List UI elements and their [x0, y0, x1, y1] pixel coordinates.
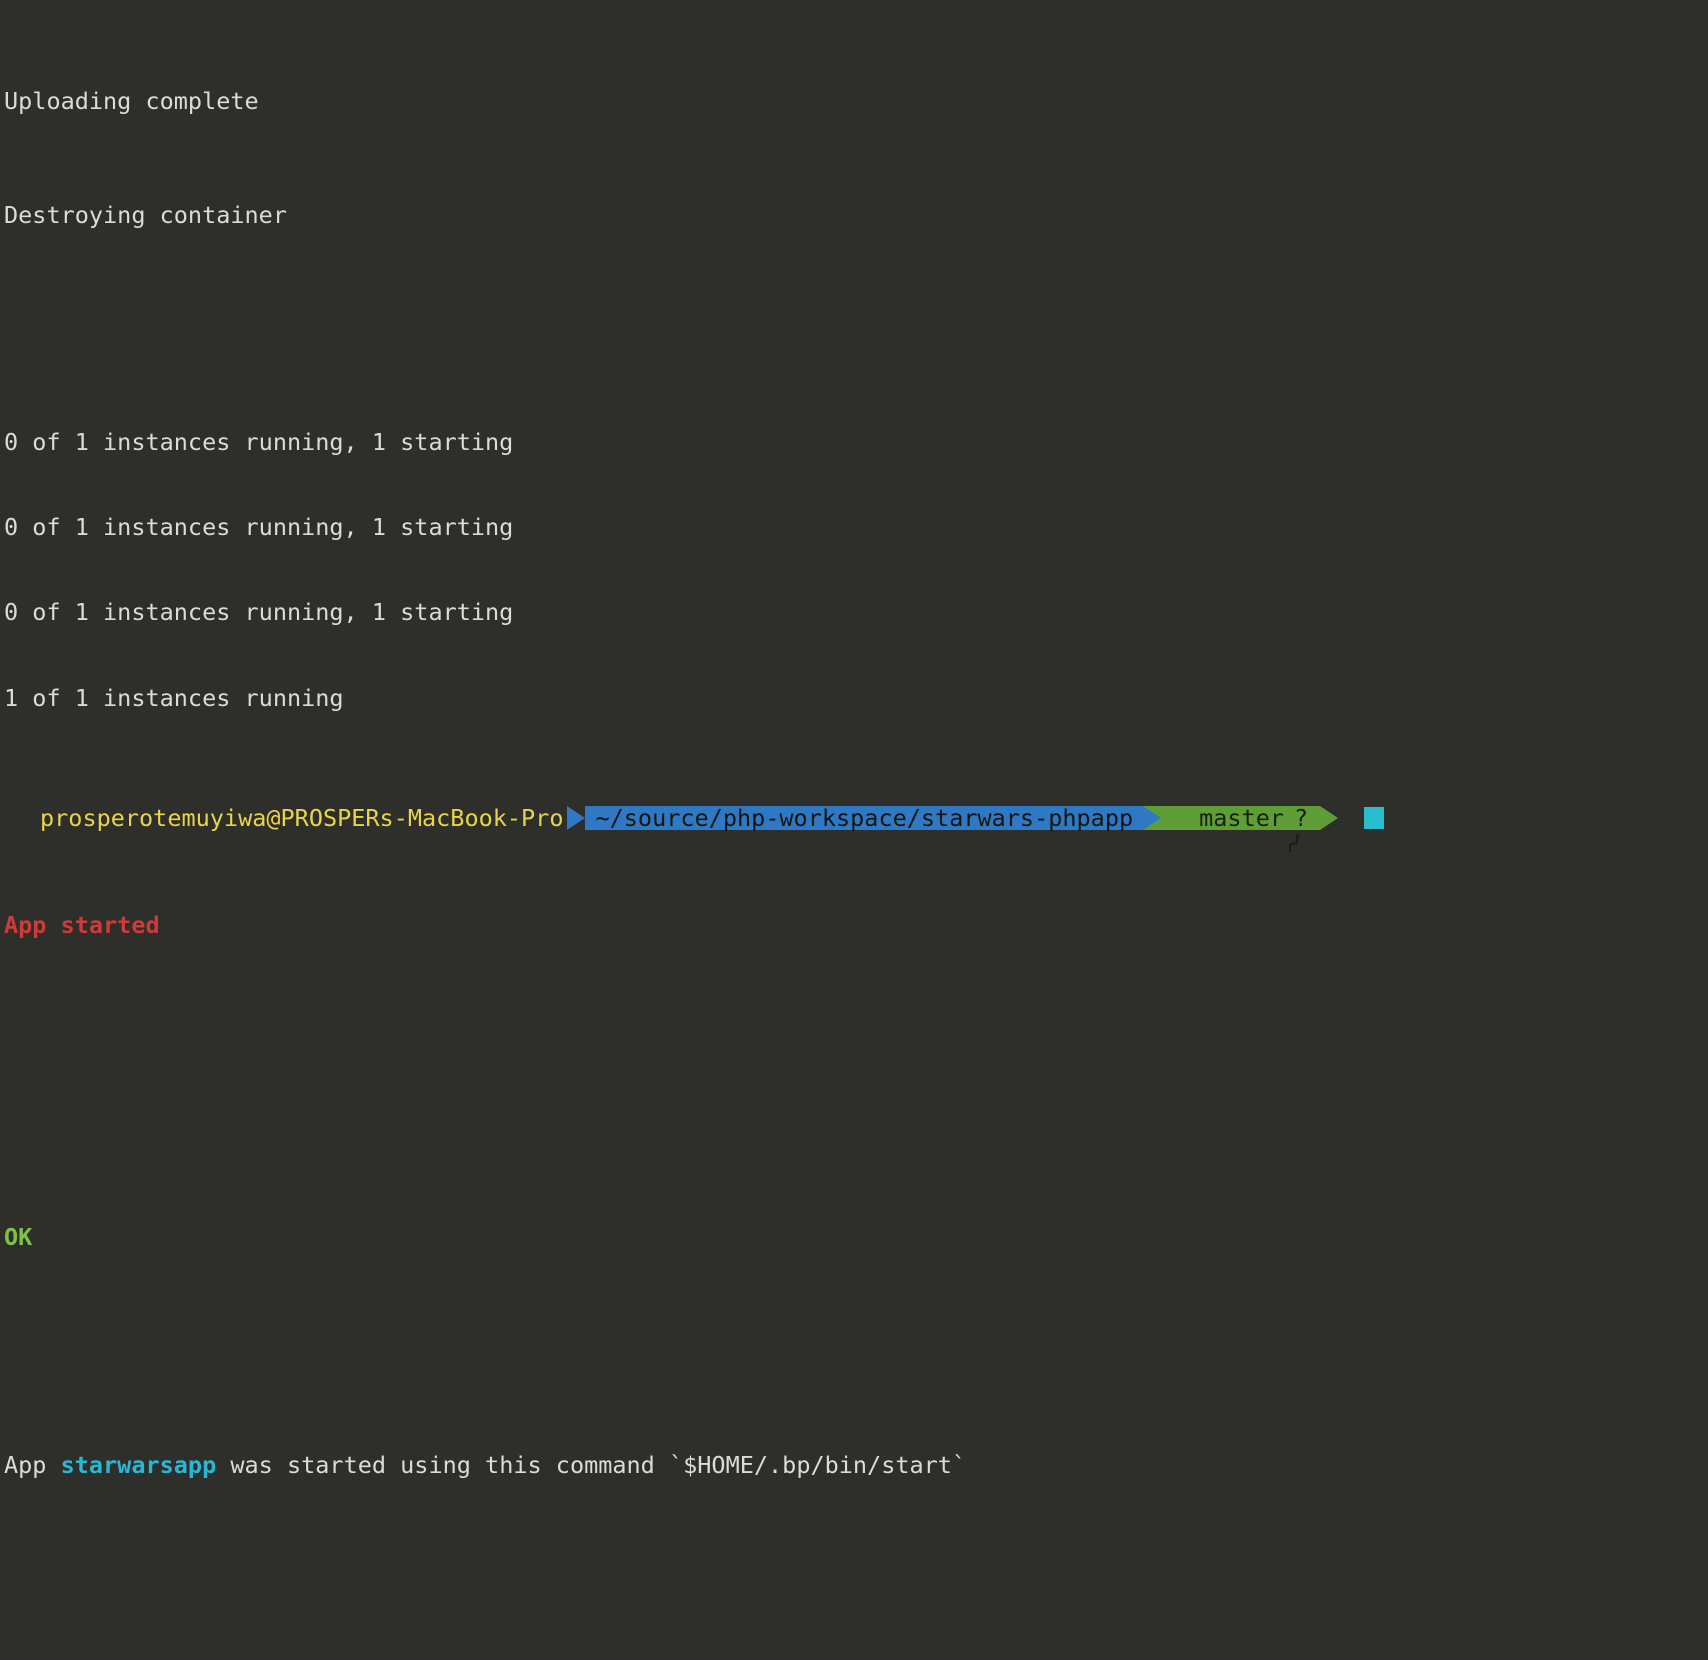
powerline-separator-path-git-icon: [1143, 806, 1162, 830]
started-middle: was started using this command: [216, 1450, 669, 1479]
output-line-progress-0: 0 of 1 instances running, 1 starting: [4, 428, 1708, 456]
instance-progress-text: 0 of 1 instances running, 1 starting: [4, 428, 514, 457]
output-line-ok-1: OK: [4, 1223, 1708, 1251]
prompt-git-segment: master ?: [1161, 804, 1321, 852]
ok-status-1: OK: [4, 1223, 33, 1252]
git-branch-icon: [1173, 808, 1301, 852]
instance-progress-text: 0 of 1 instances running, 1 starting: [4, 513, 514, 542]
output-line-started-command: App starwarsapp was started using this c…: [4, 1451, 1708, 1479]
instance-progress-text: 1 of 1 instances running: [4, 683, 344, 712]
prompt-path: ~/source/php-workspace/starwars-phpapp: [585, 804, 1144, 832]
prompt-git-status-text: ?: [1294, 804, 1309, 832]
terminal-output: Uploading complete Destroying container …: [0, 2, 1708, 1660]
app-name: starwarsapp: [60, 1450, 217, 1479]
output-line-uploading: Uploading complete: [4, 87, 1708, 115]
start-command: `$HOME/.bp/bin/start`: [668, 1450, 967, 1479]
output-line-progress-2: 0 of 1 instances running, 1 starting: [4, 598, 1708, 626]
started-prefix: App: [4, 1450, 61, 1479]
output-line-progress-3: 1 of 1 instances running: [4, 684, 1708, 712]
uploading-complete-text: Uploading complete: [4, 87, 259, 116]
powerline-separator-user-path-icon: [567, 806, 586, 830]
prompt-user-host: prosperotemuyiwa@PROSPERs-MacBook-Pro: [0, 804, 568, 832]
output-line-app-started: App started: [4, 911, 1708, 939]
shell-prompt[interactable]: prosperotemuyiwa@PROSPERs-MacBook-Pro ~/…: [0, 804, 1708, 852]
destroying-container-text: Destroying container: [4, 200, 287, 229]
terminal-window: Uploading complete Destroying container …: [0, 0, 1708, 1479]
instance-progress-text: 0 of 1 instances running, 1 starting: [4, 598, 514, 627]
prompt-git-branch-text: master: [1199, 804, 1285, 832]
output-line-progress-1: 0 of 1 instances running, 1 starting: [4, 513, 1708, 541]
prompt-user-host-text: prosperotemuyiwa@PROSPERs-MacBook-Pro: [40, 804, 564, 832]
powerline-separator-git-end-icon: [1320, 806, 1339, 830]
prompt-path-text: ~/source/php-workspace/starwars-phpapp: [595, 804, 1134, 832]
terminal-cursor: [1364, 807, 1385, 829]
output-line-destroying: Destroying container: [4, 201, 1708, 229]
app-started-status: App started: [4, 910, 160, 939]
